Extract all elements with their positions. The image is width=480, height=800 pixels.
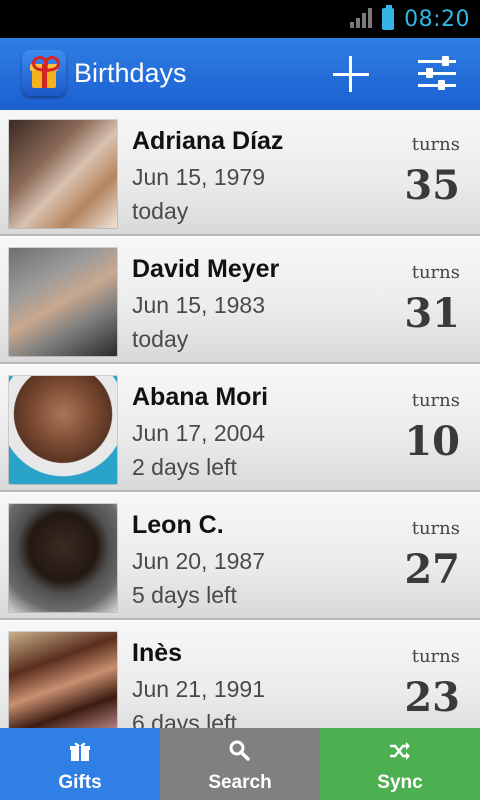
action-bar: Birthdays [0, 38, 480, 110]
birth-date: Jun 17, 2004 [132, 420, 266, 446]
battery-icon [382, 5, 395, 30]
shuffle-icon [390, 742, 410, 760]
gifts-button[interactable]: Gifts [0, 728, 160, 800]
age-value: 23 [404, 674, 460, 721]
signal-icon [350, 8, 373, 30]
avatar [9, 504, 117, 612]
birth-date: Jun 21, 1991 [132, 676, 266, 702]
status-indicators: 08:20 [350, 0, 470, 38]
person-name: Inès [132, 639, 183, 667]
person-name: Leon C. [132, 511, 224, 539]
app-title: Birthdays [74, 58, 187, 88]
avatar [9, 632, 117, 728]
age-value: 27 [404, 546, 460, 593]
person-name: Abana Mori [132, 383, 269, 411]
status-clock: 08:20 [404, 6, 470, 32]
gift-icon[interactable] [22, 50, 66, 96]
days-remaining: today [132, 326, 189, 352]
settings-button[interactable] [416, 54, 460, 94]
search-icon [229, 740, 250, 761]
list-item[interactable]: Leon C. Jun 20, 1987 5 days left turns 2… [0, 494, 480, 620]
person-name: David Meyer [132, 255, 280, 283]
birth-date: Jun 20, 1987 [132, 548, 266, 574]
search-label: Search [208, 772, 272, 793]
list-item[interactable]: Adriana Díaz Jun 15, 1979 today turns 35 [0, 110, 480, 236]
avatar [9, 120, 117, 228]
turns-label: turns [411, 134, 460, 155]
age-value: 31 [404, 290, 460, 337]
turns-label: turns [411, 390, 460, 411]
sync-button[interactable]: Sync [320, 728, 480, 800]
days-remaining: 2 days left [132, 454, 237, 480]
list-item[interactable]: Abana Mori Jun 17, 2004 2 days left turn… [0, 366, 480, 492]
days-remaining: 6 days left [132, 710, 237, 728]
days-remaining: 5 days left [132, 582, 237, 608]
list-item[interactable]: Inès Jun 21, 1991 6 days left turns 23 [0, 622, 480, 728]
days-remaining: today [132, 198, 189, 224]
birth-date: Jun 15, 1979 [132, 164, 266, 190]
avatar [9, 248, 117, 356]
age-value: 35 [404, 162, 460, 209]
sync-label: Sync [377, 772, 423, 793]
list-item[interactable]: David Meyer Jun 15, 1983 today turns 31 [0, 238, 480, 364]
gift-icon [70, 742, 90, 761]
person-name: Adriana Díaz [132, 127, 284, 155]
search-button[interactable]: Search [160, 728, 320, 800]
avatar [9, 376, 117, 484]
turns-label: turns [411, 646, 460, 667]
birth-date: Jun 15, 1983 [132, 292, 266, 318]
gifts-label: Gifts [58, 772, 102, 793]
turns-label: turns [411, 262, 460, 283]
bottom-bar: Gifts Search Sync [0, 728, 480, 800]
turns-label: turns [411, 518, 460, 539]
age-value: 10 [404, 418, 460, 465]
birthday-list[interactable]: Adriana Díaz Jun 15, 1979 today turns 35… [0, 110, 480, 728]
add-birthday-button[interactable] [330, 54, 372, 96]
status-bar: 08:20 [0, 0, 480, 38]
